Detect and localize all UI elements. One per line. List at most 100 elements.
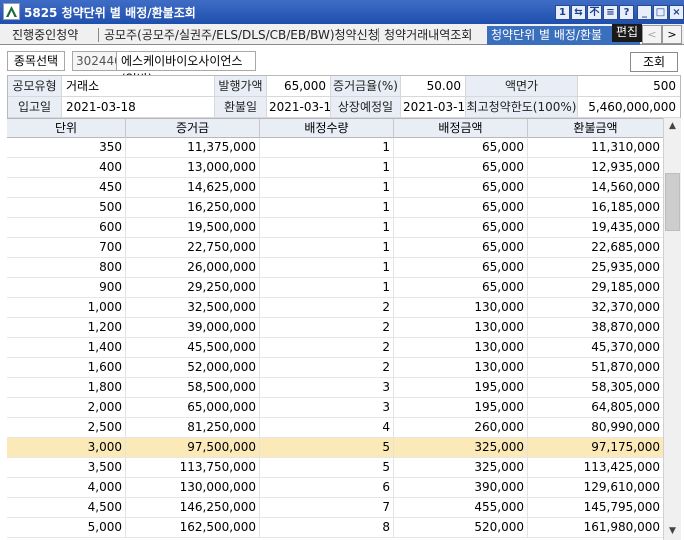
cell-refund-amount: 11,310,000 (591, 140, 660, 154)
table-row[interactable]: 450 14,625,000 1 65,000 14,560,000 (7, 178, 663, 198)
window-title: 5825 청약단위 별 배정/환불조회 (24, 4, 196, 21)
window-number-button[interactable]: 1 (555, 5, 570, 20)
scroll-up-icon[interactable]: ▲ (664, 118, 681, 135)
cell-margin: 29,250,000 (126, 278, 260, 298)
tab-next-button[interactable]: > (662, 25, 682, 44)
cell-allocated-amount: 130,000 (394, 358, 528, 378)
cell-unit: 600 (7, 218, 126, 238)
cell-allocated-qty: 1 (260, 138, 394, 158)
table-row[interactable]: 900 29,250,000 1 65,000 29,185,000 (7, 278, 663, 298)
cell-unit: 1,800 (7, 378, 126, 398)
col-header-allocated-amount[interactable]: 배정금액 (394, 119, 528, 138)
issue-price-value: 65,000 (267, 76, 331, 97)
stock-code-input[interactable]: 302440 (72, 51, 122, 71)
screen-title: 청약단위 별 배정/환불조회 (61, 6, 196, 20)
cell-allocated-amount: 130,000 (394, 318, 528, 338)
cell-margin: 32,500,000 (126, 298, 260, 318)
cell-unit: 700 (7, 238, 126, 258)
refund-date-value: 2021-03-12 (267, 97, 331, 118)
margin-rate-label: 증거금율(%) (331, 76, 401, 97)
scroll-down-icon[interactable]: ▼ (664, 523, 681, 540)
cell-refund-amount: 80,990,000 (591, 420, 660, 434)
max-limit-value: 5,460,000,000 (578, 97, 680, 118)
vertical-scrollbar[interactable]: ▲ ▼ (663, 118, 681, 540)
cell-allocated-qty: 1 (260, 198, 394, 218)
cell-margin: 45,500,000 (126, 338, 260, 358)
cell-refund-amount: 38,870,000 (591, 320, 660, 334)
col-header-unit[interactable]: 단위 (7, 119, 126, 138)
table-row[interactable]: 3,000 97,500,000 5 325,000 97,175,000 (7, 438, 663, 458)
cell-unit: 450 (7, 178, 126, 198)
offering-type-value: 거래소 (62, 76, 215, 97)
cell-allocated-amount: 65,000 (394, 218, 528, 238)
scroll-thumb[interactable] (665, 173, 680, 231)
deposit-date-value: 2021-03-18 (62, 97, 215, 118)
table-row[interactable]: 400 13,000,000 1 65,000 12,935,000 (7, 158, 663, 178)
table-row[interactable]: 4,000 130,000,000 6 390,000 129,610,000 (7, 478, 663, 498)
help-button[interactable]: ? (619, 5, 634, 20)
tab-divider (98, 28, 99, 42)
table-row[interactable]: 350 11,375,000 1 65,000 11,310,000 (7, 138, 663, 158)
table-row[interactable]: 1,200 39,000,000 2 130,000 38,870,000 (7, 318, 663, 338)
link-window-button[interactable]: ⇆ (571, 5, 586, 20)
col-header-refund-amount[interactable]: 환불금액 (528, 119, 663, 138)
table-row[interactable]: 800 26,000,000 1 65,000 25,935,000 (7, 258, 663, 278)
tab-subscription-history[interactable]: 청약거래내역조회 (384, 26, 472, 45)
table-row[interactable]: 1,400 45,500,000 2 130,000 45,370,000 (7, 338, 663, 358)
tab-prev-button[interactable]: < (642, 25, 662, 44)
allocation-table: 350 11,375,000 1 65,000 11,310,000 400 13,000,… (7, 138, 663, 540)
cell-margin: 130,000,000 (126, 478, 260, 498)
table-row[interactable]: 4,500 146,250,000 7 455,000 145,795,000 (7, 498, 663, 518)
table-row[interactable]: 2,500 81,250,000 4 260,000 80,990,000 (7, 418, 663, 438)
col-header-allocated-qty[interactable]: 배정수량 (260, 119, 394, 138)
cell-refund-amount: 51,870,000 (591, 360, 660, 374)
tab-divider (378, 28, 379, 42)
cell-unit: 4,500 (7, 498, 126, 518)
pin-button[interactable]: 不 (587, 5, 602, 20)
table-row[interactable]: 600 19,500,000 1 65,000 19,435,000 (7, 218, 663, 238)
cell-allocated-qty: 7 (260, 498, 394, 518)
cell-unit: 3,000 (7, 438, 126, 458)
cell-margin: 97,500,000 (126, 438, 260, 458)
cell-unit: 2,000 (7, 398, 126, 418)
title-bar: 5825 청약단위 별 배정/환불조회 1 ⇆ 不 ≡ ? _ □ × (0, 0, 684, 24)
listing-date-value: 2021-03-18 (401, 97, 466, 118)
table-row[interactable]: 500 16,250,000 1 65,000 16,185,000 (7, 198, 663, 218)
cell-allocated-qty: 1 (260, 158, 394, 178)
close-button[interactable]: × (669, 5, 684, 20)
cell-allocated-amount: 130,000 (394, 298, 528, 318)
tab-ongoing-subscriptions[interactable]: 진행중인청약 (12, 26, 78, 45)
tab-ipo-subscription[interactable]: 공모주(공모주/실권주/ELS/DLS/CB/EB/BW)청약신청 (104, 26, 379, 45)
table-row[interactable]: 1,000 32,500,000 2 130,000 32,370,000 (7, 298, 663, 318)
cell-allocated-amount: 65,000 (394, 238, 528, 258)
table-row[interactable]: 700 22,750,000 1 65,000 22,685,000 (7, 238, 663, 258)
cell-refund-amount: 97,175,000 (591, 440, 660, 454)
table-row[interactable]: 1,800 58,500,000 3 195,000 58,305,000 (7, 378, 663, 398)
table-row[interactable]: 5,000 162,500,000 8 520,000 161,980,000 (7, 518, 663, 538)
menu-button[interactable]: ≡ (603, 5, 618, 20)
cell-allocated-amount: 260,000 (394, 418, 528, 438)
cell-unit: 5,000 (7, 518, 126, 538)
cell-allocated-qty: 2 (260, 298, 394, 318)
stock-select-button[interactable]: 종목선택 (7, 51, 65, 71)
cell-unit: 900 (7, 278, 126, 298)
cell-refund-amount: 25,935,000 (591, 260, 660, 274)
table-row[interactable]: 1,600 52,000,000 2 130,000 51,870,000 (7, 358, 663, 378)
query-button[interactable]: 조회 (630, 52, 678, 72)
cell-refund-amount: 45,370,000 (591, 340, 660, 354)
cell-refund-amount: 32,370,000 (591, 300, 660, 314)
cell-margin: 14,625,000 (126, 178, 260, 198)
cell-refund-amount: 64,805,000 (591, 400, 660, 414)
minimize-button[interactable]: _ (637, 5, 652, 20)
cell-allocated-amount: 65,000 (394, 258, 528, 278)
maximize-button[interactable]: □ (653, 5, 668, 20)
cell-allocated-qty: 8 (260, 518, 394, 538)
col-header-margin[interactable]: 증거금 (126, 119, 260, 138)
cell-allocated-qty: 3 (260, 398, 394, 418)
table-row[interactable]: 3,500 113,750,000 5 325,000 113,425,000 (7, 458, 663, 478)
cell-allocated-amount: 195,000 (394, 378, 528, 398)
listing-date-label: 상장예정일 (331, 97, 401, 118)
table-row[interactable]: 2,000 65,000,000 3 195,000 64,805,000 (7, 398, 663, 418)
cell-allocated-qty: 3 (260, 378, 394, 398)
cell-allocated-qty: 1 (260, 218, 394, 238)
